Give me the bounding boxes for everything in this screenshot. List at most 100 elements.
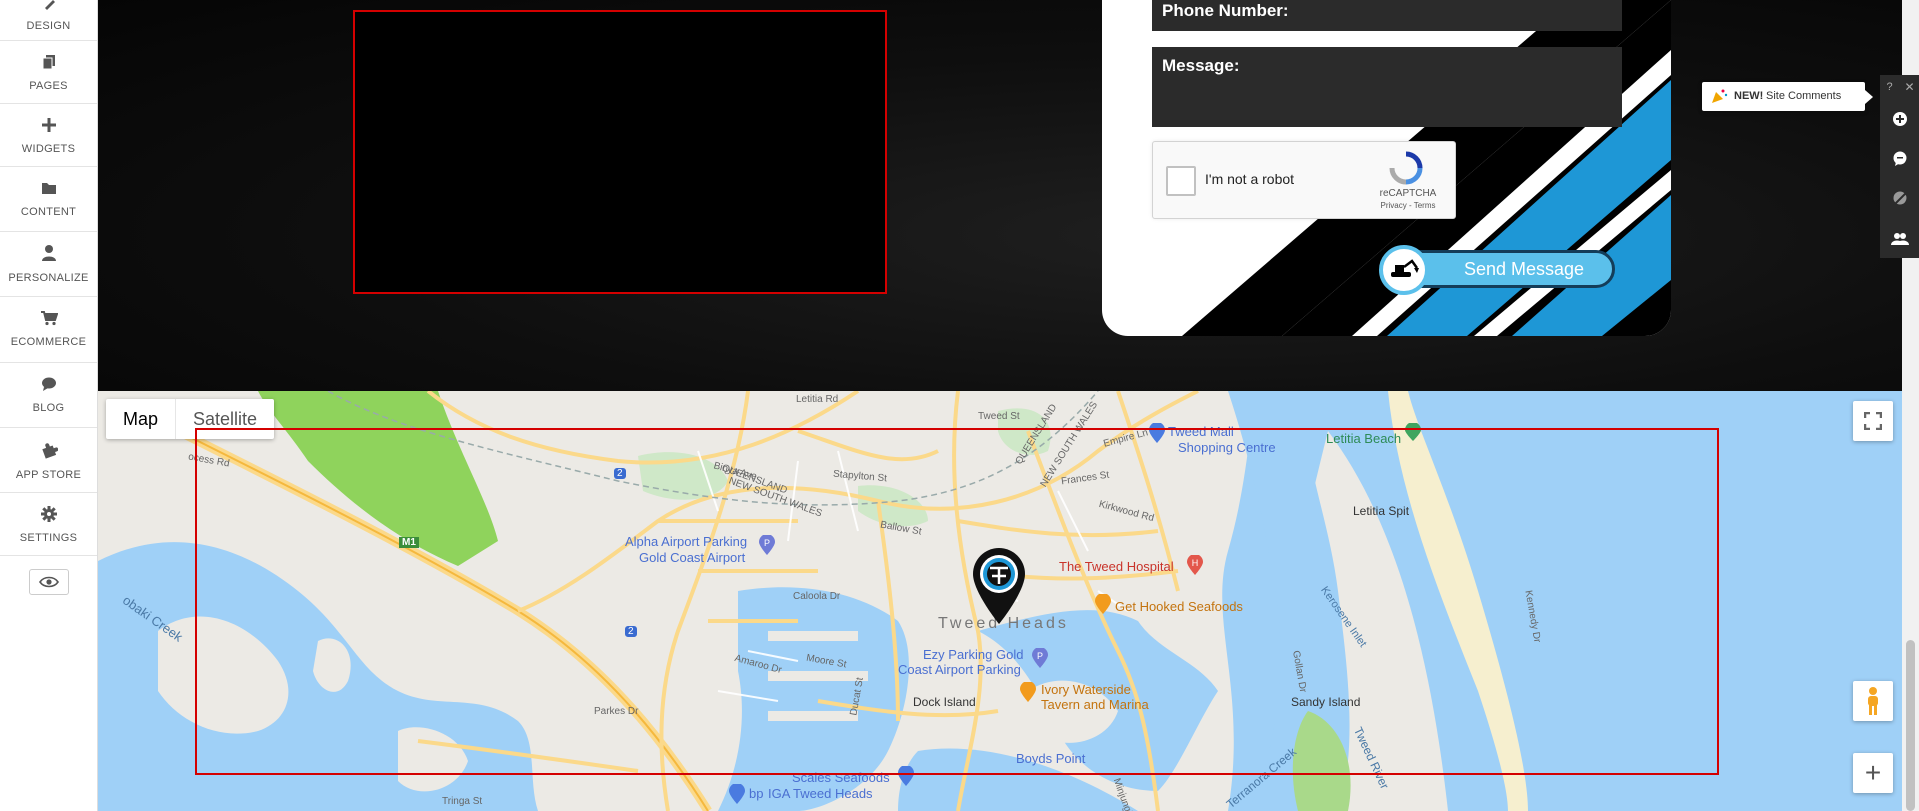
close-button[interactable]: ✕ — [1900, 78, 1919, 97]
sidebar-item-label: CONTENT — [20, 206, 77, 218]
sidebar-item-label: BLOG — [32, 402, 65, 414]
add-comment-icon — [1892, 111, 1907, 126]
map-type-control: Map Satellite — [106, 399, 275, 439]
collaborators-button[interactable] — [1880, 219, 1919, 258]
restaurant-pin-icon[interactable] — [1020, 682, 1036, 702]
eye-icon — [39, 576, 59, 588]
sidebar-item-label: DESIGN — [26, 20, 71, 32]
comment-bubble-icon — [1893, 151, 1906, 166]
sidebar-item-ecommerce[interactable]: ECOMMERCE — [0, 310, 97, 350]
sidebar-item-personalize[interactable]: PERSONALIZE — [0, 244, 97, 286]
restaurant-pin-icon[interactable] — [1095, 594, 1111, 614]
map-label-m1: M1 — [399, 537, 419, 548]
hide-comments-button[interactable] — [1880, 179, 1919, 218]
sidebar-item-settings[interactable]: SETTINGS — [0, 506, 97, 546]
send-message-button[interactable]: Send Message — [1379, 245, 1617, 295]
recaptcha-brand: reCAPTCHA — [1379, 188, 1437, 199]
map-label-shopping-centre[interactable]: Shopping Centre — [1178, 440, 1276, 455]
recaptcha-checkbox[interactable] — [1166, 166, 1196, 196]
phone-number-field[interactable]: Phone Number: — [1152, 0, 1622, 31]
map-label-tavern-marina[interactable]: Tavern and Marina — [1041, 697, 1149, 712]
fullscreen-button[interactable] — [1853, 401, 1893, 441]
map-label-coast-airport-parking[interactable]: Coast Airport Parking — [898, 662, 1021, 677]
map-label-ezy-parking[interactable]: Ezy Parking Gold — [923, 647, 1023, 662]
map-label-route-2a: 2 — [614, 468, 626, 479]
message-label: Message: — [1162, 56, 1240, 75]
shopping-pin-icon[interactable] — [898, 766, 914, 786]
pegman-icon — [1868, 687, 1878, 715]
scrollbar-thumb[interactable] — [1906, 640, 1915, 811]
map-label-tweed-st: Tweed St — [978, 411, 1020, 422]
sidebar-item-label: PAGES — [29, 80, 68, 92]
map-label-tweed-hospital[interactable]: The Tweed Hospital — [1059, 559, 1174, 574]
new-badge: NEW! — [1734, 90, 1764, 102]
business-location-marker[interactable] — [971, 546, 1027, 624]
google-map[interactable]: Tweed Mall Shopping Centre Letitia Beach… — [98, 391, 1902, 811]
map-label-scales-seafoods[interactable]: Scales Seafoods — [792, 770, 890, 785]
svg-text:P: P — [764, 538, 770, 548]
user-icon — [41, 245, 56, 261]
street-view-button[interactable] — [1853, 681, 1893, 721]
send-message-label: Send Message — [1463, 259, 1585, 279]
map-label-iga-tweed-heads[interactable]: IGA Tweed Heads — [768, 786, 873, 801]
sidebar-item-label: APP STORE — [15, 469, 82, 481]
divider — [0, 296, 97, 297]
divider — [0, 362, 97, 363]
map-label-letitia-beach[interactable]: Letitia Beach — [1326, 431, 1401, 446]
editor-tool-rail — [1880, 75, 1919, 258]
divider — [0, 40, 97, 41]
map-label-bp[interactable]: bp — [749, 786, 763, 801]
parking-pin-icon[interactable]: P — [759, 535, 775, 555]
svg-text:P: P — [1037, 651, 1043, 661]
map-label-sandy-island: Sandy Island — [1291, 695, 1361, 709]
users-icon — [1890, 232, 1909, 245]
preview-toggle-button[interactable] — [29, 569, 69, 595]
sidebar-item-label: SETTINGS — [19, 532, 78, 544]
sidebar-item-label: WIDGETS — [21, 143, 76, 155]
shopping-pin-icon[interactable] — [1149, 423, 1165, 443]
phone-number-label: Phone Number: — [1162, 1, 1289, 20]
sidebar-item-pages[interactable]: PAGES — [0, 54, 97, 94]
folder-icon — [41, 183, 56, 194]
empty-media-placeholder[interactable] — [353, 10, 887, 294]
recaptcha-links[interactable]: Privacy - Terms — [1373, 201, 1443, 210]
map-label-ivory-waterside[interactable]: Ivory Waterside — [1041, 682, 1131, 697]
map-label-alpha-parking[interactable]: Alpha Airport Parking — [625, 534, 747, 549]
parking-pin-icon[interactable]: P — [1032, 648, 1048, 668]
zoom-in-button[interactable]: + — [1853, 753, 1893, 793]
sidebar-item-label: PERSONALIZE — [8, 272, 89, 284]
recaptcha-widget: I'm not a robot reCAPTCHA Privacy - Term… — [1152, 141, 1456, 219]
map-label-route-2b: 2 — [625, 626, 637, 637]
park-pin-icon[interactable] — [1405, 423, 1421, 441]
svg-text:H: H — [1192, 558, 1199, 568]
map-label-gold-coast-airport[interactable]: Gold Coast Airport — [639, 550, 745, 565]
gas-station-pin-icon[interactable] — [729, 784, 745, 804]
comments-button[interactable] — [1880, 139, 1919, 178]
map-label-tweed-mall[interactable]: Tweed Mall — [1168, 424, 1234, 439]
gear-icon — [40, 506, 57, 522]
map-label-letitia-spit: Letitia Spit — [1353, 504, 1410, 518]
plus-icon — [41, 118, 56, 132]
editor-sidebar: DESIGN PAGES WIDGETS CONTENT PERSONALIZE… — [0, 0, 98, 811]
sidebar-item-app-store[interactable]: APP STORE — [0, 441, 97, 483]
sidebar-item-widgets[interactable]: WIDGETS — [0, 117, 97, 157]
message-field[interactable]: Message: — [1152, 47, 1622, 127]
help-button[interactable]: ? — [1880, 78, 1899, 97]
sidebar-item-blog[interactable]: BLOG — [0, 376, 97, 416]
brush-icon — [44, 0, 55, 10]
map-label-get-hooked[interactable]: Get Hooked Seafoods — [1115, 599, 1243, 614]
add-comment-button[interactable] — [1880, 99, 1919, 138]
map-tab[interactable]: Map — [106, 399, 175, 439]
map-label-boyds-point: Boyds Point — [1016, 751, 1086, 766]
pages-icon — [42, 55, 55, 70]
divider — [0, 231, 97, 232]
site-comments-tooltip[interactable]: NEW! Site Comments — [1702, 82, 1873, 111]
recaptcha-logo-icon — [1389, 151, 1423, 185]
sidebar-item-design[interactable]: DESIGN — [0, 0, 97, 34]
excavator-icon — [1379, 245, 1429, 295]
party-icon — [1712, 89, 1728, 103]
sidebar-item-content[interactable]: CONTENT — [0, 180, 97, 220]
puzzle-icon — [41, 443, 58, 459]
satellite-tab[interactable]: Satellite — [175, 399, 274, 439]
hospital-pin-icon[interactable]: H — [1187, 555, 1203, 575]
